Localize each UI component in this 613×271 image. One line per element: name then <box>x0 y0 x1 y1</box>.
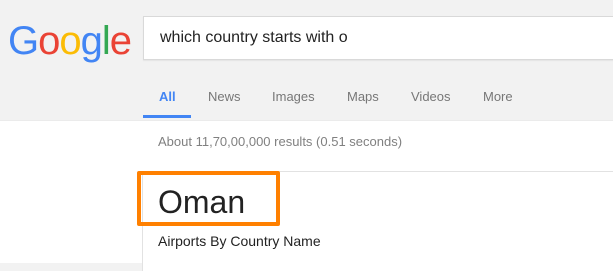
logo-letter: G <box>8 19 39 63</box>
tab-more[interactable]: More <box>483 89 513 104</box>
search-box[interactable] <box>143 16 613 60</box>
tab-maps[interactable]: Maps <box>347 89 379 104</box>
search-header: Google All News Images Maps Videos More <box>0 0 613 121</box>
tab-images[interactable]: Images <box>272 89 315 104</box>
logo-letter: e <box>109 19 132 63</box>
google-logo[interactable]: Google <box>8 18 132 64</box>
tab-news[interactable]: News <box>208 89 241 104</box>
tab-videos[interactable]: Videos <box>411 89 451 104</box>
search-input[interactable] <box>160 17 600 59</box>
logo-letter: l <box>101 19 111 63</box>
tab-all[interactable]: All <box>159 89 176 104</box>
answer-subtitle: Airports By Country Name <box>158 233 321 249</box>
answer-text: Oman <box>158 184 246 220</box>
logo-letter: g <box>80 19 103 63</box>
results-stats: About 11,70,00,000 results (0.51 seconds… <box>158 134 403 149</box>
logo-letter: o <box>38 19 60 63</box>
active-tab-indicator <box>143 115 191 118</box>
logo-letter: o <box>59 19 81 63</box>
